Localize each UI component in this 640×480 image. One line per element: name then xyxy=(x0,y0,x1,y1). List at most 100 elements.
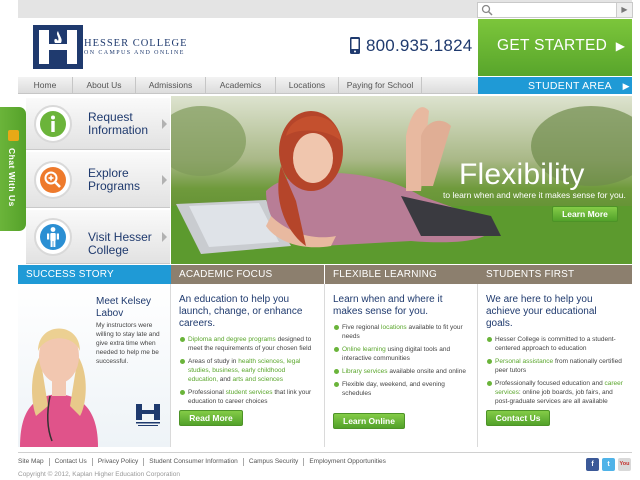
list-item: Professionally focused education and car… xyxy=(486,379,624,406)
get-started-label: GET STARTED xyxy=(497,37,608,54)
search-input[interactable] xyxy=(495,4,610,16)
nav-home[interactable]: Home xyxy=(18,77,73,94)
personal-assistance-link[interactable]: Personal assistance xyxy=(495,358,553,365)
flexible-learning-heading: FLEXIBLE LEARNING xyxy=(325,265,478,284)
chat-with-us-tab[interactable]: Chat With Us xyxy=(0,107,26,231)
learn-online-button[interactable]: Learn Online xyxy=(333,413,405,429)
student-area-link[interactable]: STUDENT AREA ▶ xyxy=(478,77,632,94)
arts-and-sciences-link[interactable]: arts and sciences xyxy=(232,376,283,383)
read-more-button[interactable]: Read More xyxy=(179,410,243,426)
nav-about-us[interactable]: About Us xyxy=(73,77,136,94)
nav-academics[interactable]: Academics xyxy=(206,77,276,94)
footer-links: Site Map Contact Us Privacy Policy Stude… xyxy=(18,458,391,466)
flexible-learning-list: Five regional locations available to fit… xyxy=(333,323,469,398)
locations-link[interactable]: locations xyxy=(381,324,407,331)
contact-us-button[interactable]: Contact Us xyxy=(486,410,550,426)
student-name-line1: Meet Kelsey xyxy=(96,296,152,307)
nav-locations[interactable]: Locations xyxy=(276,77,339,94)
list-item-text: and xyxy=(218,376,233,383)
success-story-panel: Meet Kelsey Labov My instructors were wi… xyxy=(18,284,171,447)
list-item: Hesser College is committed to a student… xyxy=(486,335,624,353)
info-icon xyxy=(34,105,72,143)
footer-link-privacy-policy[interactable]: Privacy Policy xyxy=(93,458,145,466)
nav-paying-for-school[interactable]: Paying for School xyxy=(339,77,422,94)
academic-focus-list: Diploma and degree programs designed to … xyxy=(179,335,316,406)
list-item-text: Five regional xyxy=(342,324,382,331)
hero-title: Flexibility xyxy=(459,158,585,191)
footer-link-campus-security[interactable]: Campus Security xyxy=(244,458,305,466)
list-item: Five regional locations available to fit… xyxy=(333,323,469,341)
academic-focus-panel: An education to help you launch, change,… xyxy=(171,284,325,447)
copyright-text: Copyright © 2012, Kaplan Higher Educatio… xyxy=(18,471,180,478)
student-area-label: STUDENT AREA xyxy=(528,80,612,92)
hero-banner: Flexibility to learn when and where it m… xyxy=(171,96,632,264)
footer-divider xyxy=(18,452,632,453)
mobile-phone-icon xyxy=(350,37,360,54)
chevron-right-icon xyxy=(162,175,167,185)
quick-link-explore-programs[interactable]: Explore Programs xyxy=(26,152,170,208)
list-item: Library services available onsite and on… xyxy=(333,367,469,376)
list-item-text: Professionally focused education and xyxy=(495,380,605,387)
list-item: Professional student services that link … xyxy=(179,388,316,406)
academic-focus-title: An education to help you launch, change,… xyxy=(179,294,303,329)
list-item-text: Areas of study in xyxy=(188,358,239,365)
quick-link-request-information[interactable]: Request Information xyxy=(26,98,170,150)
student-services-link[interactable]: student services xyxy=(226,389,273,396)
get-started-button[interactable]: GET STARTED ▶ xyxy=(478,19,632,76)
flexible-learning-title: Learn when and where it makes sense for … xyxy=(333,294,443,317)
flexible-learning-panel: Learn when and where it makes sense for … xyxy=(325,284,478,447)
chat-bubble-icon xyxy=(8,130,19,141)
search-box[interactable]: ▶ xyxy=(477,2,633,18)
list-item-text: Hesser College is committed to a student… xyxy=(495,336,616,352)
student-name-line2: Labov xyxy=(96,308,124,319)
footer-link-employment[interactable]: Employment Opportunities xyxy=(304,458,391,466)
list-item: Flexible day, weekend, and evening sched… xyxy=(333,380,469,398)
search-icon xyxy=(481,4,493,16)
footer-link-contact-us[interactable]: Contact Us xyxy=(50,458,93,466)
quick-link-visit-college[interactable]: Visit Hesser College xyxy=(26,210,170,264)
search-submit-button[interactable]: ▶ xyxy=(616,3,632,17)
brand-name-line2: ON CAMPUS AND ONLINE xyxy=(84,50,185,56)
library-services-link[interactable]: Library services xyxy=(342,368,388,375)
list-item: Online learning using digital tools and … xyxy=(333,345,469,363)
hesser-small-logo xyxy=(136,404,160,426)
list-item-text: Professional xyxy=(188,389,226,396)
footer-link-consumer-info[interactable]: Student Consumer Information xyxy=(144,458,244,466)
youtube-icon[interactable]: You xyxy=(618,458,631,471)
students-first-list: Hesser College is committed to a student… xyxy=(486,335,624,406)
chevron-right-icon xyxy=(162,232,167,242)
facebook-icon[interactable]: f xyxy=(586,458,599,471)
twitter-icon[interactable]: t xyxy=(602,458,615,471)
main-nav: Home About Us Admissions Academics Locat… xyxy=(18,77,478,94)
visit-college-label: Visit Hesser College xyxy=(88,231,152,257)
quick-link-line2: College xyxy=(88,243,129,257)
quick-link-line2: Programs xyxy=(88,179,141,193)
list-item-text: Flexible day, weekend, and evening sched… xyxy=(342,381,445,397)
hero-learn-more-button[interactable]: Learn More xyxy=(552,206,618,222)
brand-name: HESSER COLLEGE ON CAMPUS AND ONLINE xyxy=(84,38,188,58)
arrow-right-icon: ▶ xyxy=(615,39,626,53)
chevron-right-icon xyxy=(162,119,167,129)
academic-focus-heading: ACADEMIC FOCUS xyxy=(171,265,324,284)
success-story-heading: SUCCESS STORY xyxy=(18,265,171,284)
list-item: Areas of study in health sciences, legal… xyxy=(179,357,316,384)
list-item: Diploma and degree programs designed to … xyxy=(179,335,316,353)
hesser-logo[interactable] xyxy=(33,25,83,69)
student-photo xyxy=(20,328,98,447)
person-icon xyxy=(34,218,72,256)
phone-number[interactable]: 800.935.1824 xyxy=(366,36,472,56)
diploma-programs-link[interactable]: Diploma and degree programs xyxy=(188,336,276,343)
magnifier-icon xyxy=(34,161,72,199)
students-first-panel: We are here to help you achieve your edu… xyxy=(478,284,632,447)
nav-admissions[interactable]: Admissions xyxy=(136,77,206,94)
student-quote: My instructors were willing to stay late… xyxy=(96,322,160,365)
brand-name-line1: HESSER COLLEGE xyxy=(84,38,188,49)
student-name: Meet Kelsey Labov xyxy=(96,296,151,320)
chat-with-us-label: Chat With Us xyxy=(7,148,17,207)
footer-link-site-map[interactable]: Site Map xyxy=(18,458,50,466)
hero-subtitle: to learn when and where it makes sense f… xyxy=(443,190,626,200)
students-first-title: We are here to help you achieve your edu… xyxy=(486,294,597,329)
arrow-right-icon: ▶ xyxy=(622,81,630,91)
online-learning-link[interactable]: Online learning xyxy=(342,346,386,353)
list-item: Personal assistance from nationally cert… xyxy=(486,357,624,375)
